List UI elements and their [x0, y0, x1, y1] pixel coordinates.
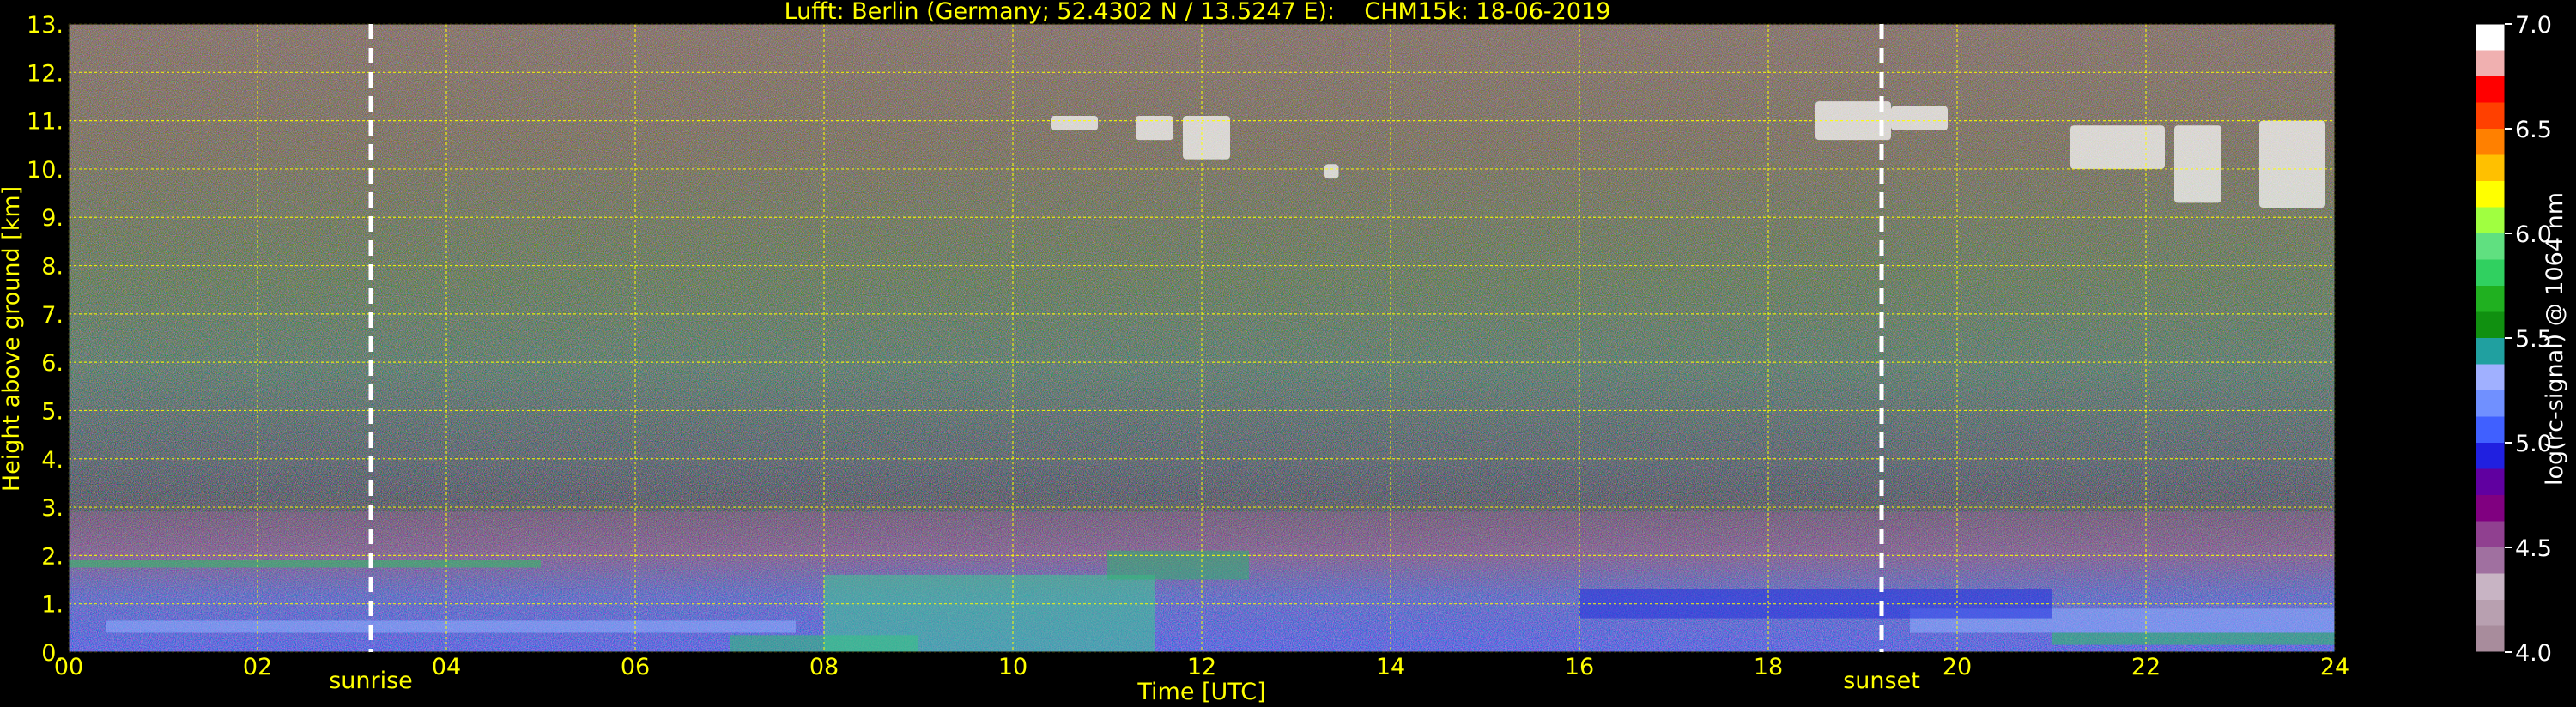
colorbar-bar [2475, 23, 2506, 653]
y-tick-label: 3. [41, 495, 64, 522]
y-tick-labels: 0. 1. 2. 3. 4. 5. 6. 7. 8. 9. 10. 11. 12. 13. [27, 12, 64, 667]
aerosol-feature [824, 574, 1155, 652]
x-tick-label: 22 [2131, 654, 2161, 680]
aerosol-feature [2052, 632, 2335, 645]
aerosol-feature [106, 620, 796, 633]
y-tick-label: 0. [41, 640, 64, 667]
y-tick-label: 8. [41, 254, 64, 281]
y-tick-label: 4. [41, 447, 64, 474]
x-tick-label: 06 [621, 654, 650, 680]
annotation-label-sunset: sunset [1843, 668, 1920, 694]
x-tick-label: 24 [2320, 654, 2349, 680]
x-tick-label: 12 [1187, 654, 1216, 680]
y-tick-label: 2. [41, 543, 64, 570]
x-tick-label: 14 [1376, 654, 1405, 680]
chart-title: Lufft: Berlin (Germany; 52.4302 N / 13.5… [785, 0, 1611, 25]
plot-area [68, 23, 2336, 653]
y-tick-label: 13. [27, 12, 64, 39]
x-axis-label: Time [UTC] [1136, 679, 1265, 705]
lidar-chart: 00 02 04 06 08 10 12 14 16 18 20 22 24 0.1.2.3.4.5.6… [0, 0, 2568, 705]
cirrus-cloud [2174, 125, 2221, 203]
annotation-label-sunrise: sunrise [329, 668, 413, 694]
x-tick-label: 02 [243, 654, 272, 680]
cirrus-cloud [2259, 120, 2325, 208]
colorbar-tick-label: 7.0 [2515, 12, 2552, 39]
colorbar-tick-label: 4.0 [2515, 640, 2552, 667]
y-tick-label: 11. [27, 109, 64, 136]
cirrus-cloud [2070, 125, 2165, 169]
x-tick-label: 20 [1943, 654, 1972, 680]
cirrus-cloud [1891, 106, 1948, 130]
y-tick-label: 7. [41, 302, 64, 329]
cirrus-cloud [1183, 115, 1230, 160]
y-tick-label: 9. [41, 205, 64, 232]
colorbar-tick-label: 4.5 [2515, 535, 2552, 562]
x-tick-label: 08 [809, 654, 839, 680]
y-tick-label: 1. [41, 592, 64, 619]
cirrus-cloud [1051, 115, 1098, 130]
y-tick-label: 5. [41, 398, 64, 425]
cirrus-cloud [1136, 115, 1173, 141]
x-tick-label: 04 [432, 654, 461, 680]
cirrus-cloud [1324, 164, 1339, 179]
y-tick-label: 12. [27, 60, 64, 87]
aerosol-feature [69, 560, 541, 568]
colorbar: 4.04.55.05.56.06.57.0 log(rc-signal) @ 1… [2475, 12, 2568, 667]
y-tick-label: 10. [27, 157, 64, 184]
x-tick-label: 10 [998, 654, 1027, 680]
colorbar-label: log(rc-signal) @ 1064 nm [2542, 192, 2568, 486]
colorbar-tick-label: 6.5 [2515, 117, 2552, 143]
x-tick-label: 16 [1565, 654, 1594, 680]
x-tick-label: 18 [1754, 654, 1783, 680]
y-tick-label: 6. [41, 350, 64, 377]
y-axis-label: Height above ground [km] [0, 186, 25, 492]
